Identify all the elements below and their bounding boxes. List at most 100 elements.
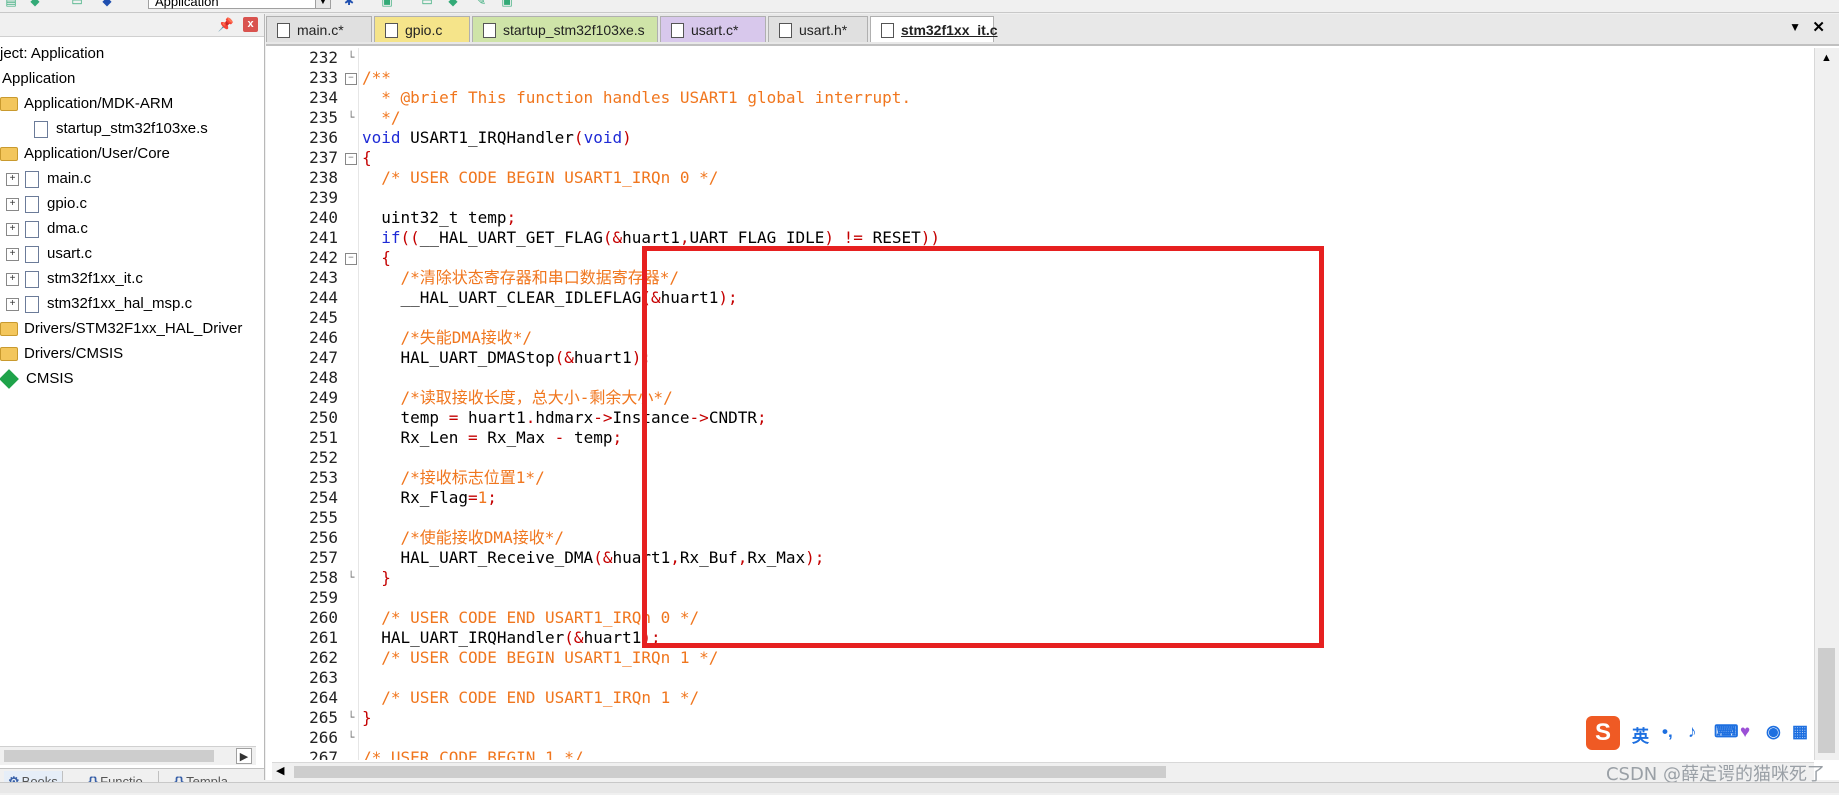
tree-item[interactable]: CMSIS: [0, 367, 74, 391]
code-token: USART1_IRQHandler: [400, 128, 574, 147]
tree-item[interactable]: Application/User/Core: [0, 142, 170, 166]
line-number: 264: [309, 688, 338, 707]
toolbar-icon[interactable]: ▭: [420, 0, 434, 8]
file-icon: [25, 270, 39, 288]
close-icon[interactable]: x: [243, 17, 258, 32]
toolbar-icon[interactable]: ▣: [380, 0, 394, 8]
tree-item[interactable]: Drivers/STM32F1xx_HAL_Driver: [0, 317, 242, 341]
tree-item[interactable]: Drivers/CMSIS: [0, 342, 123, 366]
code-line: 259: [272, 588, 338, 608]
collapse-icon[interactable]: −: [345, 73, 357, 85]
file-tab[interactable]: usart.h*: [768, 16, 868, 42]
close-icon[interactable]: ✕: [1812, 18, 1825, 36]
expand-icon[interactable]: +: [6, 222, 19, 236]
toolbar-icon[interactable]: ▤: [4, 0, 18, 8]
horizontal-scrollbar[interactable]: ◀: [272, 762, 1814, 781]
line-number: 253: [309, 468, 338, 487]
file-tab[interactable]: startup_stm32f103xe.s: [472, 16, 658, 42]
tab-list-chevron-icon[interactable]: ▼: [1789, 20, 1801, 34]
panel-header: 📌 x: [0, 14, 264, 37]
tree-item[interactable]: + gpio.c: [6, 192, 87, 216]
pin-icon[interactable]: 📌: [218, 17, 234, 33]
panel-horizontal-scrollbar[interactable]: ▶: [0, 746, 256, 765]
line-number: 256: [309, 528, 338, 547]
tree-item-label: CMSIS: [26, 370, 74, 387]
tree-item-label: dma.c: [47, 220, 88, 237]
expand-icon[interactable]: +: [6, 297, 19, 311]
toolbar-icon[interactable]: ◆: [28, 0, 42, 8]
file-tab[interactable]: stm32f1xx_it.c: [870, 16, 998, 42]
tree-item[interactable]: + stm32f1xx_hal_msp.c: [6, 292, 192, 316]
file-tab[interactable]: gpio.c: [374, 16, 470, 42]
line-number: 263: [309, 668, 338, 687]
scroll-thumb[interactable]: [294, 766, 1166, 778]
tree-item[interactable]: Application/MDK-ARM: [0, 92, 173, 116]
editor-area: main.c* gpio.c startup_stm32f103xe.s usart.…: [266, 14, 1839, 781]
scroll-left-icon[interactable]: ◀: [276, 764, 284, 777]
line-number: 232: [309, 48, 338, 67]
toolbar-icon[interactable]: ◆: [446, 0, 460, 8]
code-token: ;: [756, 408, 767, 427]
vertical-scrollbar[interactable]: ▲: [1814, 48, 1839, 760]
scroll-up-icon[interactable]: ▲: [1821, 52, 1832, 64]
file-tab[interactable]: usart.c*: [660, 16, 766, 42]
toolbar-icon[interactable]: ◆: [100, 0, 114, 8]
code-token: RESET: [872, 228, 921, 247]
expand-icon[interactable]: +: [6, 172, 19, 186]
code-text: {: [362, 248, 391, 268]
chevron-down-icon[interactable]: ▼: [315, 0, 331, 9]
punctuation-icon[interactable]: •,: [1662, 722, 1673, 742]
microphone-icon[interactable]: ♪: [1688, 722, 1697, 742]
file-tab[interactable]: main.c*: [266, 16, 372, 42]
tree-item[interactable]: + dma.c: [6, 217, 88, 241]
tree-item[interactable]: startup_stm32f103xe.s: [34, 117, 208, 141]
code-token: ,: [737, 548, 748, 567]
tree-item-label: main.c: [47, 170, 92, 187]
tree-item[interactable]: + usart.c: [6, 242, 92, 266]
line-number: 246: [309, 328, 338, 347]
main-toolbar: ▤ ◆ ▭ ◆ Application ▼ ✱ ▣ ▭ ◆ ✎ ▣: [0, 0, 1839, 13]
collapse-icon[interactable]: −: [345, 153, 357, 165]
code-line: 245: [272, 308, 338, 328]
toolbox-icon[interactable]: ◉: [1766, 722, 1781, 742]
file-tab-label: gpio.c: [405, 22, 443, 38]
code-token: }: [362, 708, 372, 727]
expand-icon[interactable]: +: [6, 272, 19, 286]
toolbar-icon[interactable]: ▭: [70, 0, 84, 8]
code-token: * @brief This function handles USART1 gl…: [362, 88, 912, 107]
line-number: 265: [309, 708, 338, 727]
code-text: Rx_Flag=1;: [362, 488, 497, 508]
code-token: 1: [477, 488, 488, 507]
code-line: 254 Rx_Flag=1;: [272, 488, 497, 508]
line-number: 233: [309, 68, 338, 87]
toolbar-icon[interactable]: ✱: [342, 0, 356, 8]
code-token: {: [381, 248, 391, 267]
collapse-icon[interactable]: −: [345, 253, 357, 265]
code-token: /*使能接收DMA接收*/: [400, 528, 564, 547]
toolbar-icon[interactable]: ▣: [500, 0, 514, 8]
scroll-right-icon[interactable]: ▶: [236, 748, 252, 764]
highlight-annotation-box: [642, 246, 1324, 648]
code-editor[interactable]: 232 └ 233−/** 234 * @brief This function ha…: [272, 48, 1812, 760]
sogou-logo-icon[interactable]: S: [1586, 716, 1620, 750]
tree-item[interactable]: Application: [2, 67, 75, 91]
expand-icon[interactable]: +: [6, 247, 19, 261]
tree-item[interactable]: + main.c: [6, 167, 91, 191]
code-line: 253 /*接收标志位置1*/: [272, 468, 545, 488]
project-panel: 📌 x ject: Application Application Applica…: [0, 14, 265, 795]
expand-icon[interactable]: +: [6, 197, 19, 211]
ime-language-indicator[interactable]: 英: [1632, 722, 1649, 747]
target-select[interactable]: Application: [148, 0, 328, 9]
project-root[interactable]: ject: Application: [0, 42, 104, 66]
keyboard-icon[interactable]: ⌨: [1714, 722, 1739, 742]
tree-item[interactable]: + stm32f1xx_it.c: [6, 267, 143, 291]
scroll-thumb[interactable]: [4, 750, 214, 762]
code-text: /* USER CODE END USART1_IRQn 0 */: [362, 608, 699, 628]
grid-menu-icon[interactable]: ▦: [1792, 722, 1808, 742]
file-icon: [671, 23, 684, 38]
line-number: 238: [309, 168, 338, 187]
code-line: 251 Rx_Len = Rx_Max - temp;: [272, 428, 622, 448]
skin-icon[interactable]: ♥: [1740, 722, 1750, 742]
toolbar-icon[interactable]: ✎: [474, 0, 488, 8]
